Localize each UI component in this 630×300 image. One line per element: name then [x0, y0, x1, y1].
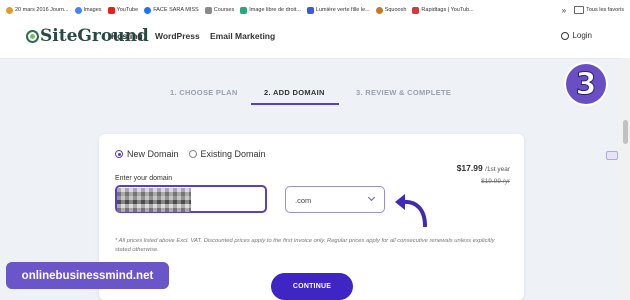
domain-type-options: New Domain Existing Domain — [115, 149, 266, 159]
image-icon — [240, 6, 248, 14]
logo-mark-icon — [26, 29, 39, 43]
facebook-icon — [144, 6, 152, 14]
checkout-steps: 1. CHOOSE PLAN 2. ADD DOMAIN 3. REVIEW &… — [158, 88, 458, 106]
bookmarks-overflow-button[interactable]: » — [562, 6, 566, 15]
step-number-badge: 3 — [566, 64, 606, 104]
chat-icon — [306, 6, 314, 14]
domain-input[interactable] — [115, 185, 267, 213]
login-link[interactable]: Login — [561, 31, 592, 40]
page-scrollbar[interactable] — [621, 58, 630, 300]
nav-email-marketing[interactable]: Email Marketing — [210, 31, 275, 41]
squoosh-icon — [375, 6, 383, 14]
existing-domain-radio[interactable] — [188, 150, 197, 158]
nav-wordpress[interactable]: WordPress — [155, 31, 200, 41]
domain-input-label: Enter your domain — [115, 175, 173, 182]
step-add-domain: 2. ADD DOMAIN — [264, 88, 325, 97]
bookmark-item[interactable]: YouTube — [107, 6, 138, 14]
tld-value: .com — [295, 196, 312, 205]
folder-icon — [574, 6, 585, 14]
new-domain-radio[interactable] — [115, 150, 123, 158]
all-bookmarks-folder[interactable]: Tous les favoris — [574, 6, 624, 14]
chat-widget-icon[interactable] — [606, 151, 618, 160]
courses-icon — [204, 6, 212, 14]
step-choose-plan[interactable]: 1. CHOOSE PLAN — [170, 88, 238, 97]
active-step-indicator — [251, 103, 339, 105]
watermark-label: onlinebusinessmind.net — [6, 262, 169, 289]
bookmark-item[interactable]: Squoosh — [375, 6, 406, 14]
step-review-complete: 3. REVIEW & COMPLETE — [356, 88, 452, 97]
blurred-domain-text — [117, 188, 191, 212]
nav-hosting[interactable]: Hosting — [111, 31, 143, 41]
new-domain-label[interactable]: New Domain — [127, 149, 179, 159]
youtube-icon — [107, 6, 115, 14]
bookmarks-right: » Tous les favoris — [557, 0, 624, 20]
scrollbar-thumb[interactable] — [623, 120, 628, 144]
rapidtags-icon — [412, 6, 420, 14]
bookmark-item[interactable]: Rapidtags | YouTub... — [412, 6, 474, 14]
bookmark-item[interactable]: Courses — [204, 6, 234, 14]
bookmark-item[interactable]: FACE SARA MISS — [144, 6, 199, 14]
google-icon — [74, 6, 82, 14]
tld-select[interactable]: .com — [285, 186, 385, 213]
curved-arrow-icon — [395, 194, 427, 227]
site-header: SiteGround Hosting WordPress Email Marke… — [0, 20, 630, 59]
bookmark-item[interactable]: Image libre de droit... — [240, 6, 301, 14]
user-icon — [561, 31, 570, 40]
chevron-down-icon — [367, 193, 376, 202]
continue-button[interactable]: CONTINUE — [271, 273, 353, 300]
bookmark-item[interactable]: 20 mars 2016 Journ... — [6, 6, 69, 14]
price-old: $19.99 /yr — [481, 178, 510, 185]
price-current: $17.99 /1st year — [456, 163, 510, 173]
existing-domain-label[interactable]: Existing Domain — [201, 149, 266, 159]
pricing-disclaimer: * All prices listed above Excl. VAT. Dis… — [115, 238, 495, 253]
bookmark-item[interactable]: Images — [74, 6, 102, 14]
bookmark-icon — [6, 6, 13, 14]
bookmark-item[interactable]: Lumière verte fille le... — [306, 6, 370, 14]
bookmarks-bar: 20 mars 2016 Journ... Images YouTube FAC… — [0, 0, 630, 21]
